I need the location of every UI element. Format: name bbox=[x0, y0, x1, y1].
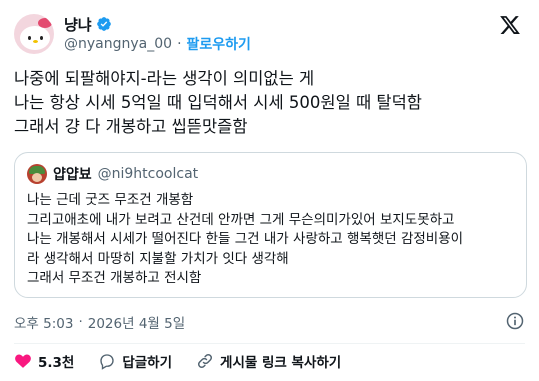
verified-badge-icon bbox=[96, 17, 111, 31]
quoted-tweet-card[interactable]: 얍얍뵤 @ni9htcoolcat 나는 근데 굿즈 무조건 개봉함 그리고애초… bbox=[14, 152, 527, 298]
avatar-bow bbox=[38, 18, 52, 28]
separator-dot: · bbox=[177, 36, 182, 52]
tweet-time: 오후 5:03 bbox=[14, 316, 74, 332]
copy-link-button[interactable]: 게시물 링크 복사하기 bbox=[196, 351, 341, 371]
like-button[interactable]: 5.3천 bbox=[14, 351, 74, 371]
action-bar: 5.3천 답글하기 게시물 링크 복사하기 bbox=[14, 351, 365, 371]
author-avatar[interactable] bbox=[14, 14, 54, 54]
tweet-date: 2026년 4월 5일 bbox=[87, 316, 186, 332]
tweet-timestamp[interactable]: 오후 5:03 · 2026년 4월 5일 bbox=[14, 313, 186, 332]
reply-bubble-icon bbox=[100, 354, 115, 370]
quoted-author-avatar bbox=[27, 164, 47, 184]
reply-button[interactable]: 답글하기 bbox=[98, 351, 172, 371]
author-display-name[interactable]: 냥냐 bbox=[64, 14, 92, 35]
separator-dot: · bbox=[78, 314, 83, 330]
avatar-face bbox=[20, 26, 50, 50]
quoted-tweet-text: 나는 근데 굿즈 무조건 개봉함 그리고애초에 내가 보려고 산건데 안까면 그… bbox=[27, 192, 464, 286]
info-icon[interactable] bbox=[505, 311, 525, 331]
author-handle-row: @nyangnya_00 · 팔로우하기 bbox=[64, 35, 251, 53]
quoted-author-row: 얍얍뵤 @ni9htcoolcat bbox=[53, 165, 198, 183]
author-name-row: 냥냐 bbox=[64, 14, 112, 34]
copy-link-label: 게시물 링크 복사하기 bbox=[220, 355, 342, 371]
author-handle[interactable]: @nyangnya_00 bbox=[64, 36, 172, 52]
quoted-handle: @ni9htcoolcat bbox=[97, 166, 199, 182]
follow-button[interactable]: 팔로우하기 bbox=[187, 34, 251, 54]
like-count: 5.3천 bbox=[38, 355, 75, 371]
quoted-display-name: 얍얍뵤 bbox=[53, 167, 92, 183]
heart-icon bbox=[15, 354, 31, 368]
divider bbox=[14, 343, 525, 344]
reply-label: 답글하기 bbox=[122, 355, 173, 371]
tweet-text: 나중에 되팔해야지-라는 생각이 의미없는 게 나는 항상 시세 5억일 때 입… bbox=[14, 69, 422, 136]
x-logo-icon[interactable] bbox=[499, 14, 521, 36]
link-icon bbox=[198, 353, 213, 369]
